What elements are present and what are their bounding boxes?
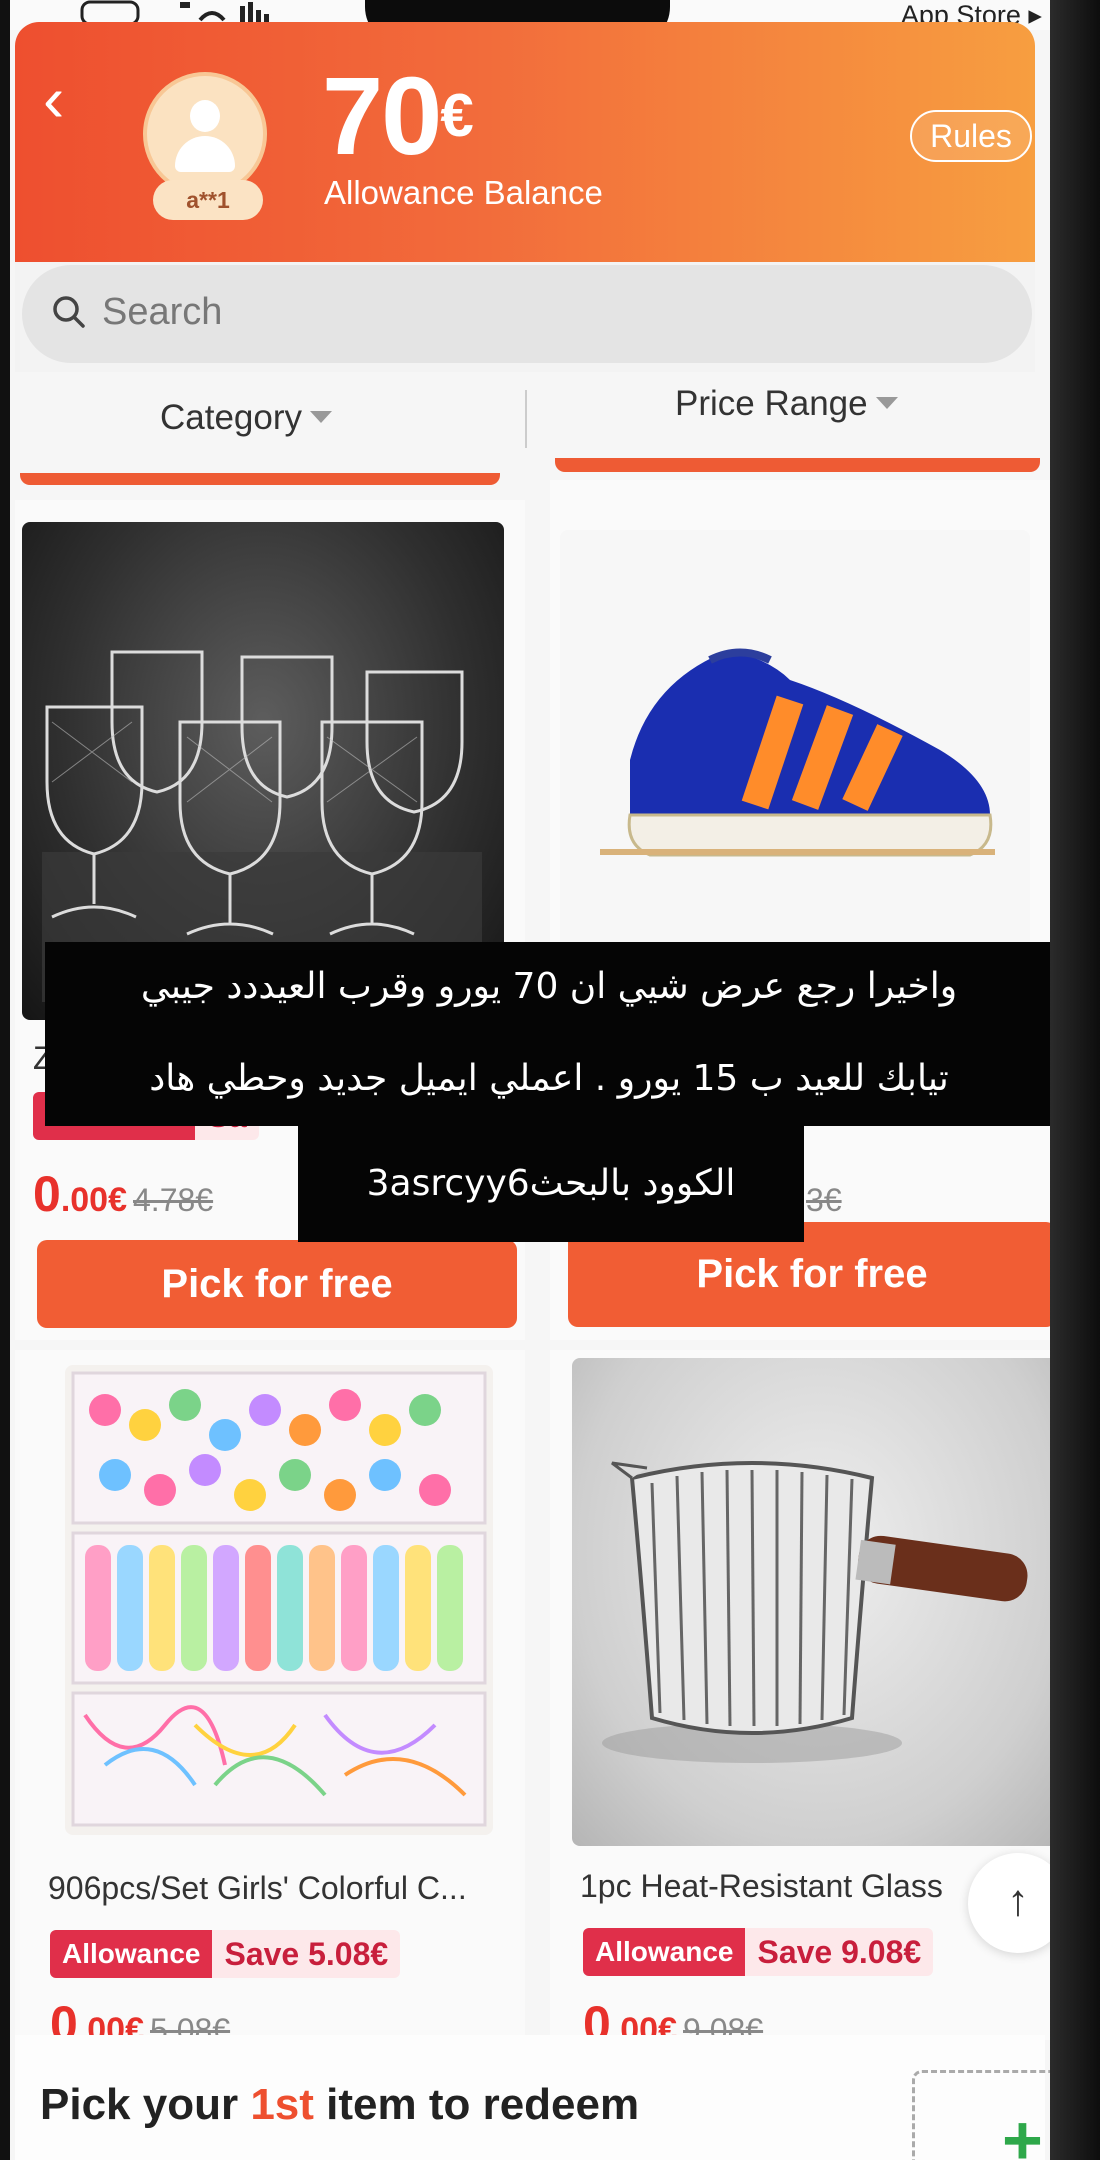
product-card-top-accent xyxy=(20,473,500,485)
user-tag: a**1 xyxy=(153,180,263,220)
price-range-filter-label: Price Range xyxy=(675,384,868,423)
product-image[interactable] xyxy=(560,530,1030,970)
product-price: 3€ xyxy=(800,1165,842,1223)
category-filter-label: Category xyxy=(160,398,303,437)
allowance-label: Allowance xyxy=(583,1928,746,1976)
device-bezel xyxy=(1050,0,1100,2160)
original-price: 3€ xyxy=(806,1182,842,1218)
pick-for-free-button[interactable]: Pick for free xyxy=(37,1240,517,1328)
avatar xyxy=(143,72,267,196)
filter-divider xyxy=(525,390,527,448)
chevron-down-icon xyxy=(875,397,898,409)
save-amount: Save 9.08€ xyxy=(745,1928,934,1976)
balance-value: 70 xyxy=(322,55,442,178)
allowance-label: Allowance xyxy=(50,1930,213,1978)
chevron-down-icon xyxy=(310,411,333,423)
sneaker-image xyxy=(600,648,995,857)
price-range-filter[interactable]: Price Range xyxy=(675,384,898,424)
allowance-badge: Allowance Save 5.08€ xyxy=(50,1930,401,1978)
hair-accessories-image xyxy=(71,1371,487,1827)
allowance-header: ‹ a**1 70€ Allowance Balance Rules xyxy=(15,22,1035,262)
redeem-instruction: Pick your 1st item to redeem xyxy=(40,2080,639,2130)
product-image[interactable] xyxy=(65,1365,493,1835)
balance-label: Allowance Balance xyxy=(324,174,603,211)
price-decimal: .00€ xyxy=(60,1181,127,1219)
balance-amount: 70€ xyxy=(322,62,474,172)
product-title: 1pc Heat-Resistant Glass xyxy=(580,1868,943,1904)
balance-currency: € xyxy=(440,82,473,149)
allowance-badge: Allowance Save 9.08€ xyxy=(583,1928,934,1976)
device-bezel xyxy=(0,0,10,2160)
phone-screen: App Store ▸ ‹ a**1 70€ Allowance Balance… xyxy=(0,0,1100,2160)
rules-button[interactable]: Rules xyxy=(910,110,1032,162)
video-caption-line: واخيرا رجع عرض شيي ان 70 يورو وقرب العيد… xyxy=(45,942,1053,1032)
save-amount: Save 5.08€ xyxy=(212,1930,401,1978)
user-icon-head xyxy=(190,100,220,132)
plus-icon[interactable]: + xyxy=(1002,2100,1043,2160)
arrow-up-icon: ↑ xyxy=(1007,1876,1029,1925)
product-title: 906pcs/Set Girls' Colorful C... xyxy=(48,1870,467,1906)
search-input[interactable]: Search xyxy=(22,265,1032,363)
redeem-suffix: item to redeem xyxy=(313,2080,640,2129)
category-filter[interactable]: Category xyxy=(160,398,333,438)
glass-pot-image xyxy=(602,1461,1028,1763)
product-card-top-accent xyxy=(555,458,1040,472)
search-icon xyxy=(53,296,85,328)
user-avatar[interactable]: a**1 xyxy=(143,72,273,222)
video-caption-line: تيابك للعيد ب 15 يورو . اعملي ايميل جديد… xyxy=(45,1032,1053,1126)
video-caption-line: الكوود بالبحث3asrcyy6 xyxy=(298,1126,804,1242)
product-image[interactable] xyxy=(572,1358,1067,1846)
search-placeholder: Search xyxy=(102,291,223,333)
redeem-highlight: 1st xyxy=(250,2080,314,2129)
chevron-left-icon[interactable]: ‹ xyxy=(43,62,64,136)
product-price: 0.00€ 4.78€ xyxy=(33,1165,213,1223)
user-icon-body xyxy=(175,136,235,172)
original-price: 4.78€ xyxy=(133,1182,214,1218)
price-integer: 0 xyxy=(33,1166,61,1222)
redeem-prefix: Pick your xyxy=(40,2080,251,2129)
